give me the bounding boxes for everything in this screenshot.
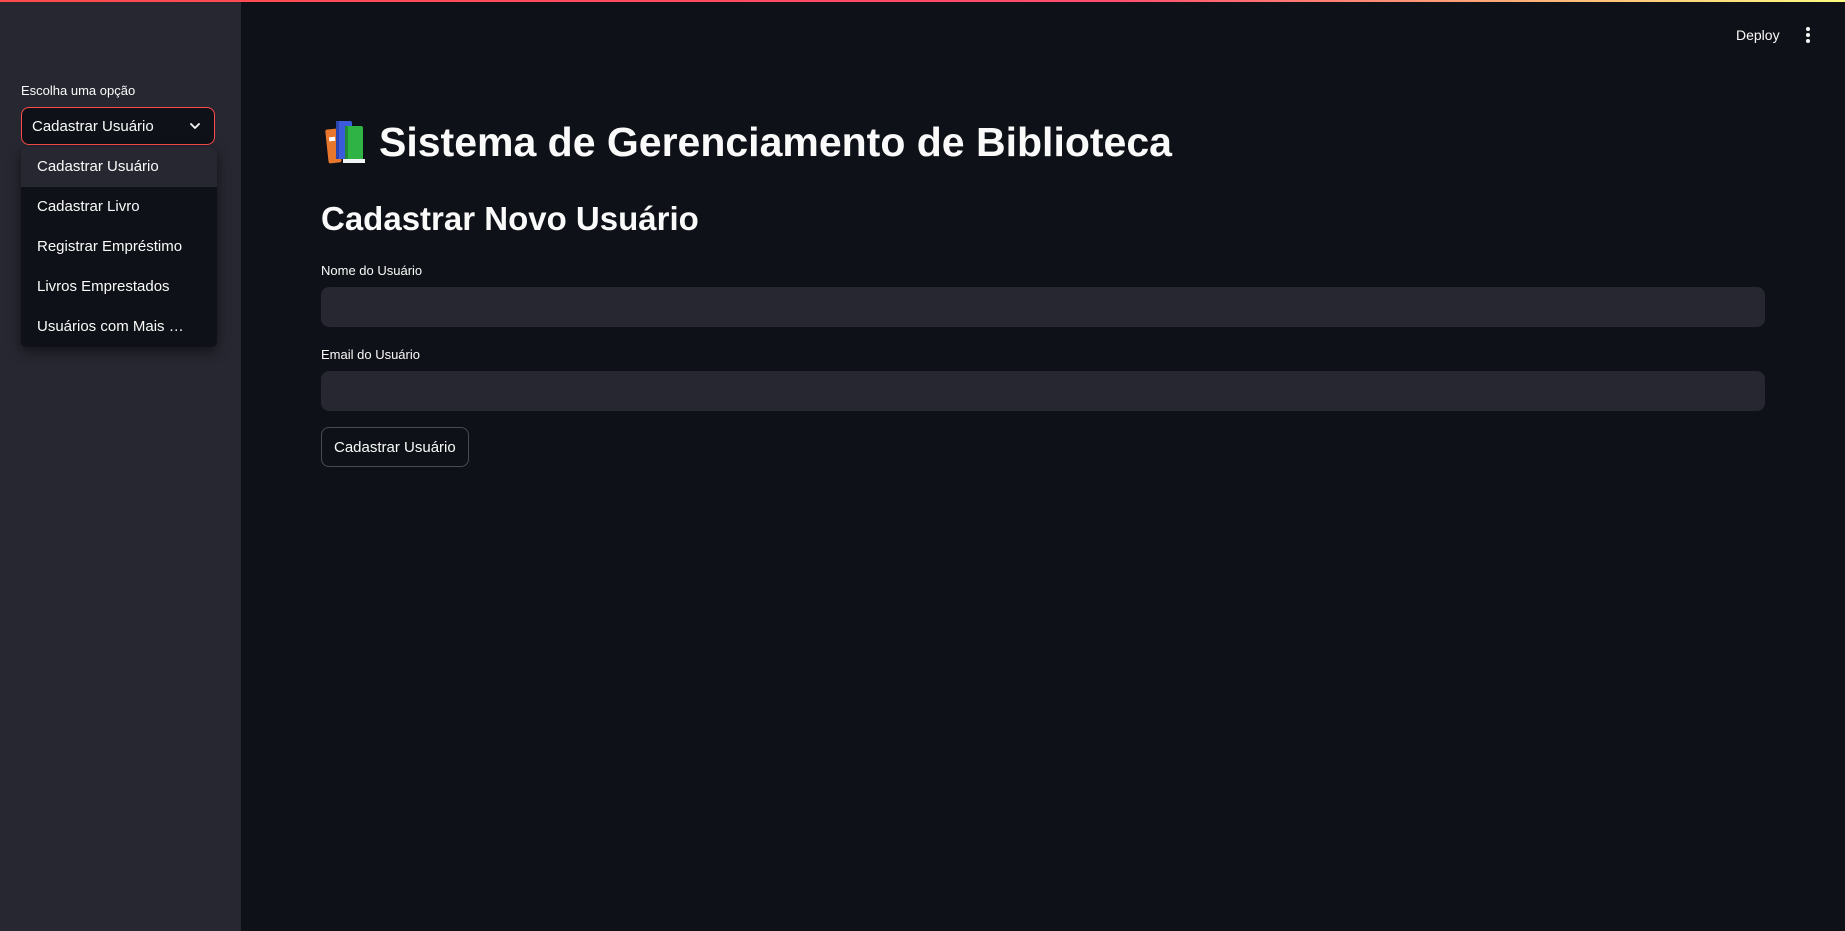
page-title: Sistema de Gerenciamento de Biblioteca bbox=[379, 118, 1172, 165]
option-select[interactable]: Cadastrar Usuário bbox=[21, 107, 215, 145]
deploy-button[interactable]: Deploy bbox=[1730, 25, 1786, 45]
kebab-menu-icon[interactable] bbox=[1800, 25, 1816, 45]
page-title-row: Sistema de Gerenciamento de Biblioteca bbox=[321, 114, 1172, 170]
dropdown-option-registrar-emprestimo[interactable]: Registrar Empréstimo bbox=[21, 227, 217, 267]
books-icon bbox=[325, 121, 365, 164]
dropdown-option-usuarios-mais-emprestimos[interactable]: Usuários com Mais E… bbox=[21, 307, 217, 347]
select-label: Escolha uma opção bbox=[21, 83, 136, 98]
sidebar: Escolha uma opção Cadastrar Usuário Cada… bbox=[0, 0, 241, 931]
dropdown-option-cadastrar-usuario[interactable]: Cadastrar Usuário bbox=[21, 147, 217, 187]
email-field[interactable] bbox=[321, 371, 1765, 411]
section-heading: Cadastrar Novo Usuário bbox=[321, 200, 699, 237]
dropdown-option-cadastrar-livro[interactable]: Cadastrar Livro bbox=[21, 187, 217, 227]
submit-button[interactable]: Cadastrar Usuário bbox=[321, 427, 469, 467]
select-current-value: Cadastrar Usuário bbox=[32, 118, 154, 135]
name-field-label: Nome do Usuário bbox=[321, 263, 423, 278]
dropdown-option-livros-emprestados[interactable]: Livros Emprestados bbox=[21, 267, 217, 307]
name-field[interactable] bbox=[321, 287, 1765, 327]
select-dropdown-list: Cadastrar Usuário Cadastrar Livro Regist… bbox=[21, 147, 217, 347]
email-field-label: Email do Usuário bbox=[321, 347, 420, 362]
top-decoration-bar bbox=[0, 0, 1845, 2]
chevron-down-icon bbox=[190, 123, 200, 129]
